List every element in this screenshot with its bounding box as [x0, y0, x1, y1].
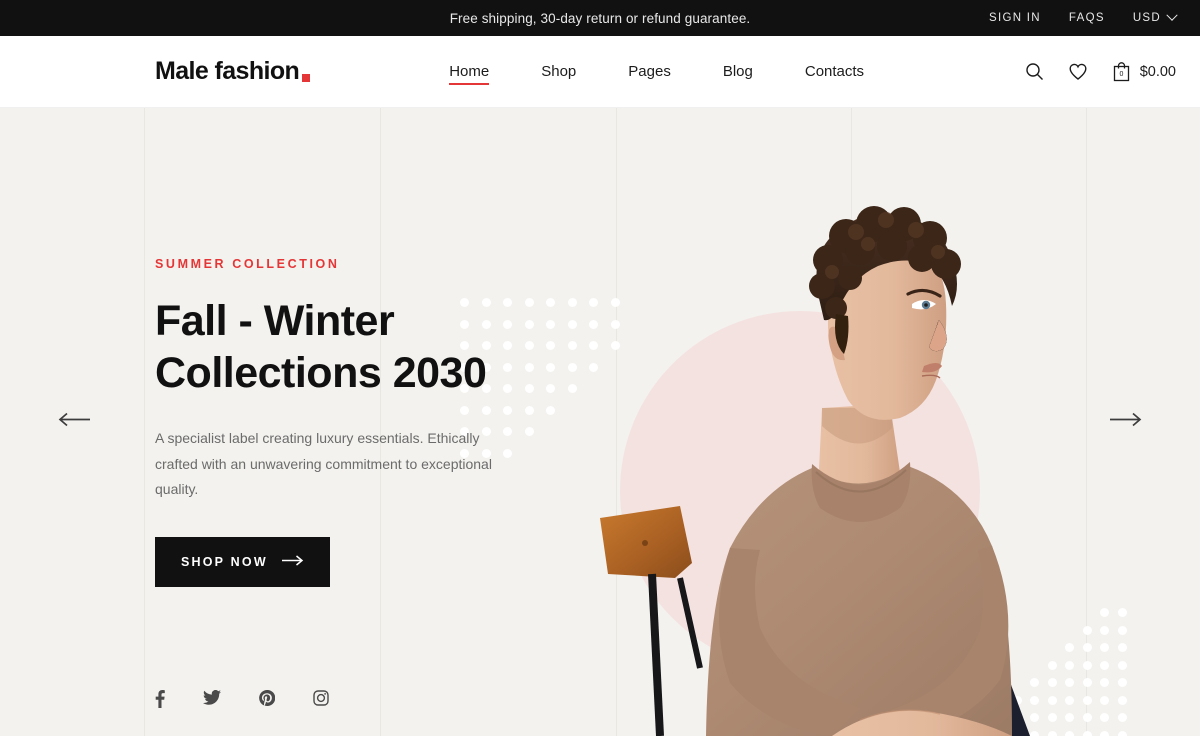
- grid-line: [144, 108, 145, 736]
- decorative-dot: [1100, 643, 1109, 652]
- announcement-bar: Free shipping, 30-day return or refund g…: [0, 0, 1200, 36]
- decorative-dot: [1100, 695, 1109, 705]
- hero-model-image: [600, 206, 1030, 736]
- hero-title-line2: Collections 2030: [155, 349, 487, 398]
- arrow-right-icon: [281, 555, 304, 569]
- hero-content: SUMMER COLLECTION Fall - Winter Collecti…: [155, 108, 575, 736]
- faqs-link[interactable]: FAQS: [1069, 12, 1105, 24]
- decorative-dot: [1100, 678, 1109, 687]
- hero-carousel: SUMMER COLLECTION Fall - Winter Collecti…: [0, 108, 1200, 736]
- decorative-dot: [1117, 730, 1127, 736]
- nav-item-pages[interactable]: Pages: [602, 57, 697, 87]
- decorative-dot: [1100, 608, 1109, 617]
- site-logo[interactable]: Male fashion: [155, 57, 311, 86]
- nav-item-contacts[interactable]: Contacts: [779, 57, 890, 87]
- decorative-dot: [1117, 713, 1127, 722]
- decorative-dot: [1100, 625, 1109, 635]
- nav-item-shop[interactable]: Shop: [515, 57, 602, 87]
- cart-button[interactable]: 0 $0.00: [1112, 61, 1176, 82]
- carousel-next-button[interactable]: [1110, 412, 1142, 432]
- shop-now-button[interactable]: SHOP NOW: [155, 537, 330, 588]
- pinterest-icon[interactable]: [259, 690, 275, 708]
- decorative-dot: [1100, 730, 1109, 736]
- nav-item-blog[interactable]: Blog: [697, 57, 779, 87]
- currency-label: USD: [1132, 12, 1161, 24]
- search-icon[interactable]: [1025, 62, 1044, 81]
- instagram-icon[interactable]: [313, 690, 329, 708]
- site-header: Male fashion Home Shop Pages Blog Contac…: [0, 36, 1200, 108]
- hero-title: Fall - Winter Collections 2030: [155, 295, 575, 400]
- topbar-links: SIGN IN FAQS USD: [989, 9, 1200, 24]
- hero-eyebrow: SUMMER COLLECTION: [155, 256, 340, 271]
- main-navigation: Home Shop Pages Blog Contacts: [423, 57, 890, 87]
- hero-description: A specialist label creating luxury essen…: [155, 429, 492, 498]
- carousel-prev-button[interactable]: [58, 412, 90, 432]
- cart-total: $0.00: [1139, 63, 1176, 80]
- decorative-dot: [1100, 660, 1109, 670]
- heart-icon[interactable]: [1068, 62, 1088, 81]
- decorative-dot: [1100, 713, 1109, 722]
- hero-title-line1: Fall - Winter: [155, 296, 395, 345]
- chevron-down-icon: [1166, 9, 1178, 21]
- decorative-dot: [1117, 608, 1127, 617]
- decorative-dot: [1117, 643, 1127, 652]
- nav-item-home[interactable]: Home: [423, 57, 515, 87]
- facebook-icon[interactable]: [155, 690, 165, 708]
- sign-in-link[interactable]: SIGN IN: [989, 12, 1041, 24]
- decorative-dot: [1117, 695, 1127, 705]
- svg-text:0: 0: [1119, 71, 1123, 78]
- logo-dot-icon: [302, 74, 311, 82]
- decorative-dot: [1117, 660, 1127, 670]
- shopping-bag-icon: 0: [1112, 61, 1131, 82]
- decorative-dot: [1117, 625, 1127, 635]
- currency-selector[interactable]: USD: [1132, 9, 1178, 24]
- header-actions: 0 $0.00: [1025, 61, 1176, 82]
- hero-social-links: [155, 690, 329, 708]
- logo-text: Male fashion: [155, 57, 300, 85]
- decorative-dot: [1117, 678, 1127, 687]
- twitter-icon[interactable]: [203, 690, 221, 708]
- shop-now-label: SHOP NOW: [181, 555, 268, 570]
